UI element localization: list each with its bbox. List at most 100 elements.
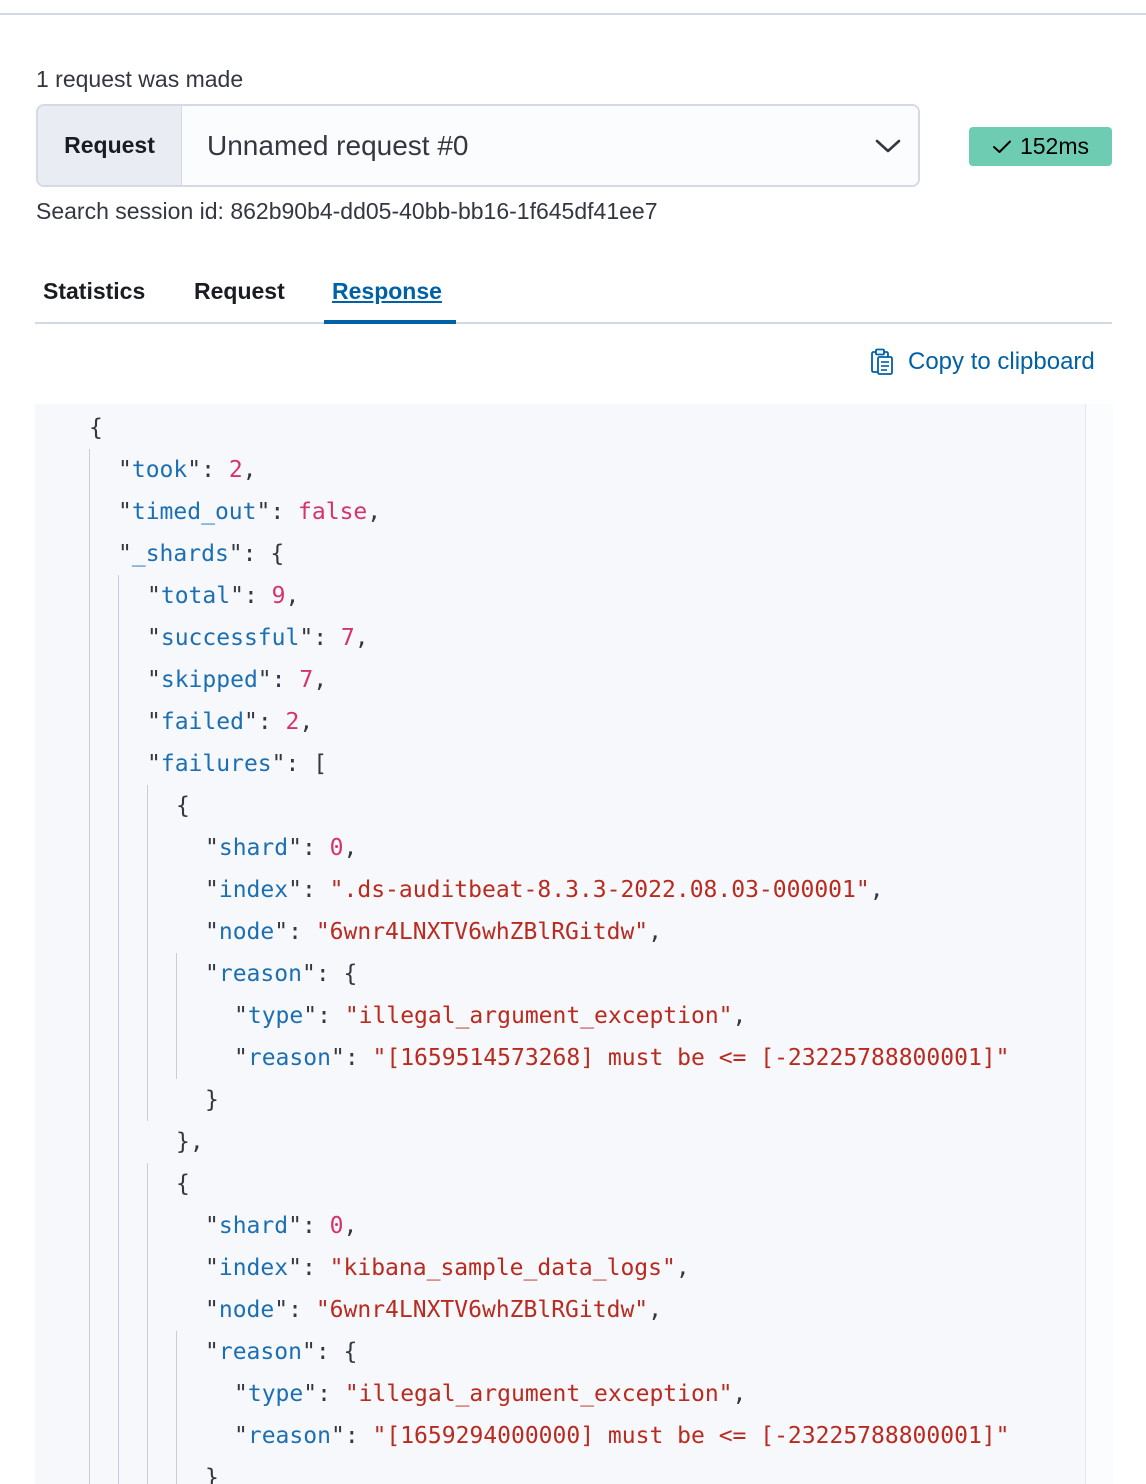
code-token: " [205,835,219,861]
code-token: _shards [131,541,229,567]
indent-guide [176,1331,177,1484]
code-token: skipped [160,667,258,693]
code-token: timed_out [131,499,257,525]
code-token: "illegal_argument_exception" [344,1381,733,1407]
code-token: type [247,1381,304,1407]
code-line: "shard": 0, [205,1205,357,1247]
code-token: " [118,457,132,483]
code-token: "[1659514573268] must be <= [-2322578880… [372,1045,1010,1071]
code-token: " [288,1213,302,1239]
code-line: "total": 9, [147,575,299,617]
code-token: , [675,1255,690,1281]
timing-badge: 152ms [969,127,1112,166]
code-token: } [205,1087,219,1113]
code-token: , [732,1003,747,1029]
code-token: , [732,1381,747,1407]
copy-to-clipboard-button[interactable]: Copy to clipboard [870,348,1095,376]
tab-statistics[interactable]: Statistics [43,278,145,305]
code-token: " [234,1423,248,1449]
code-token: " [228,541,243,567]
code-token: : [301,1213,330,1239]
code-line: }, [176,1121,204,1163]
code-token: } [205,1465,219,1484]
code-token: 0 [329,1213,344,1239]
code-token: , [343,835,358,861]
code-token: " [205,1213,219,1239]
indent-guide [147,785,148,1121]
code-token: : [317,1381,345,1407]
code-token: : [301,877,330,903]
code-token: index [218,877,289,903]
request-selector[interactable]: Request Unnamed request #0 [36,104,920,187]
code-line: "took": 2, [118,449,257,491]
code-line: "reason": "[1659514573268] must be <= [-… [234,1037,1010,1079]
code-token: : [201,457,229,483]
code-token: " [205,1339,219,1365]
code-token: "kibana_sample_data_logs" [329,1255,676,1281]
code-token: " [205,919,219,945]
response-code-block[interactable]: {"took": 2, "timed_out": false, "_shards":… [35,404,1113,1484]
code-token: failures [160,751,272,777]
code-token: : { [242,541,285,567]
code-token: " [147,751,161,777]
code-token: "6wnr4LNXTV6whZBlRGitdw" [315,1297,649,1323]
code-line: } [205,1079,219,1121]
code-line: } [205,1457,219,1484]
active-tab-indicator [324,320,456,324]
code-token: 0 [329,835,344,861]
code-token: 2 [228,457,243,483]
tab-request[interactable]: Request [194,278,285,305]
code-token: : [270,499,299,525]
code-token: 2 [285,709,300,735]
code-token: : { [315,961,358,987]
code-token: node [218,919,275,945]
code-token: , [242,457,257,483]
code-token: " [243,709,258,735]
code-token: , [343,1213,358,1239]
code-token: }, [176,1129,204,1155]
indent-guide [118,575,119,1484]
code-token: : [301,1255,330,1281]
code-token: failed [160,709,244,735]
code-line: "timed_out": false, [118,491,381,533]
code-token: " [205,961,219,987]
code-token: " [234,1381,248,1407]
code-token: "illegal_argument_exception" [344,1003,733,1029]
code-token: false [298,499,368,525]
code-token: " [234,1045,248,1071]
code-token: successful [160,625,300,651]
copy-to-clipboard-label: Copy to clipboard [908,348,1095,375]
code-line: "type": "illegal_argument_exception", [234,995,746,1037]
request-selector-label: Request [38,106,182,185]
code-line: "_shards": { [118,533,284,575]
code-token: 7 [340,625,355,651]
code-line: "shard": 0, [205,827,357,869]
code-token: " [187,457,202,483]
requests-count-text: 1 request was made [36,66,244,92]
code-token: " [271,751,286,777]
code-token: , [648,1297,663,1323]
code-token: { [176,793,190,819]
clipboard-icon [871,348,893,375]
code-token: : { [315,1339,358,1365]
code-token: , [869,877,884,903]
code-token: reason [218,961,302,987]
code-line: { [176,1163,190,1205]
code-token: : [313,625,341,651]
code-token: " [257,667,272,693]
code-token: " [205,1255,219,1281]
code-token: " [301,1339,316,1365]
tab-response[interactable]: Response [332,278,442,305]
code-token: shard [218,835,289,861]
code-token: " [205,877,219,903]
code-token: " [256,499,271,525]
code-token: index [218,1255,289,1281]
code-line: "successful": 7, [147,617,369,659]
code-token: " [288,1255,302,1281]
code-token: : [271,667,300,693]
code-scrollbar[interactable] [1085,404,1113,1484]
request-selector-value[interactable]: Unnamed request #0 [182,106,858,185]
code-token: reason [247,1045,331,1071]
chevron-down-icon[interactable] [858,106,918,185]
code-line: { [89,407,103,449]
